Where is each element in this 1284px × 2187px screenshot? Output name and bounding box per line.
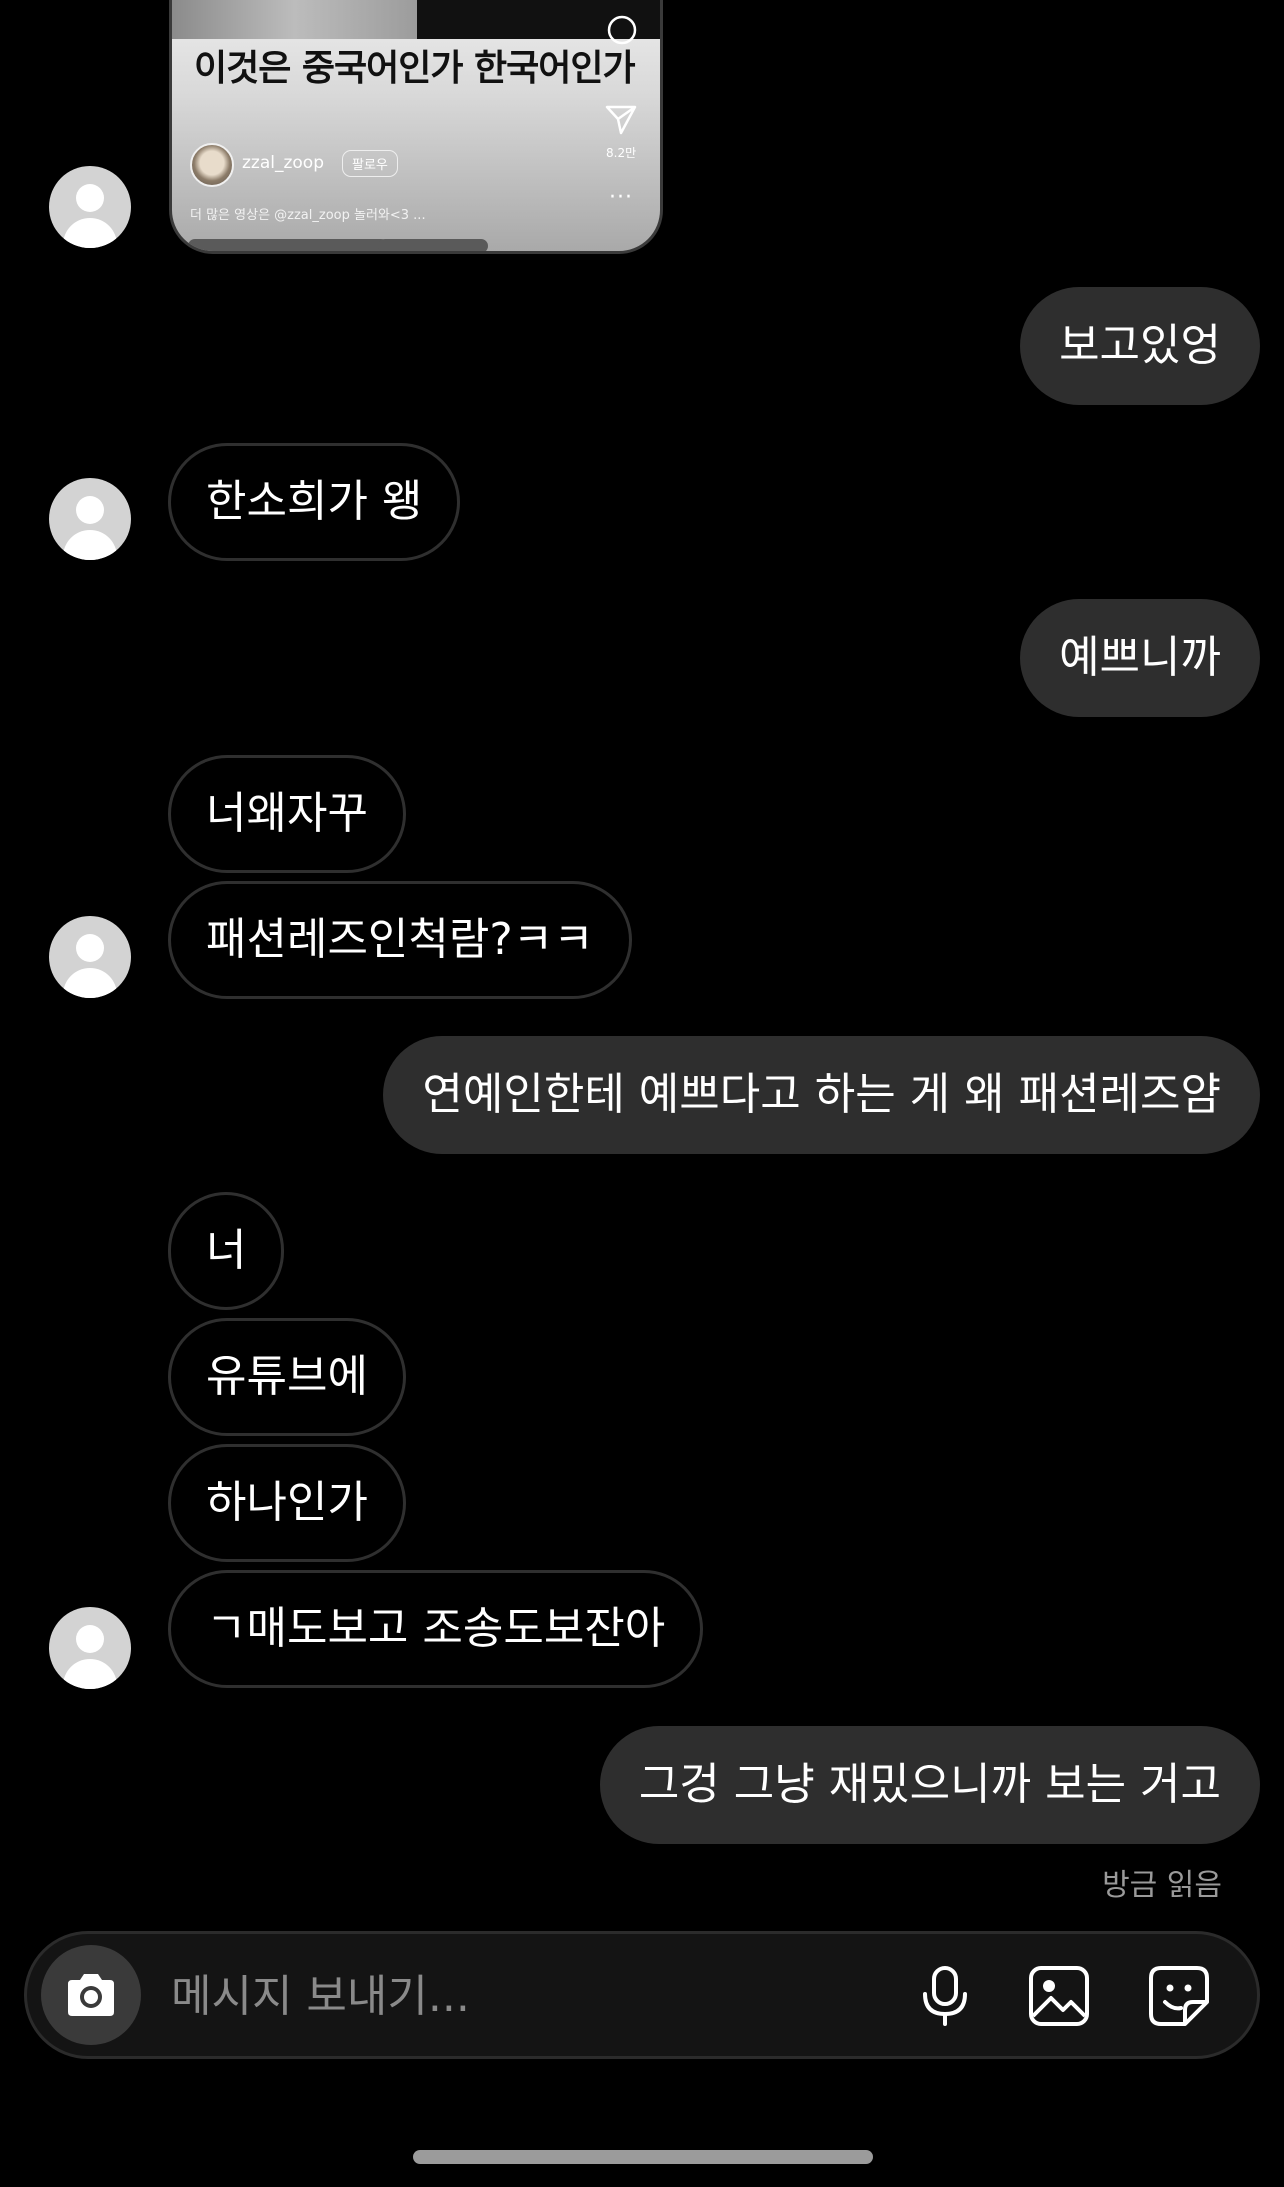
more-icon: ··· <box>609 185 633 210</box>
avatar-placeholder-icon <box>76 184 104 212</box>
post-bottom-bar <box>378 239 488 251</box>
avatar-placeholder-icon <box>76 496 104 524</box>
message-bubble-outgoing[interactable]: 보고있엉 <box>1020 287 1260 405</box>
follow-button: 팔로우 <box>342 150 398 177</box>
post-thumbnail-image <box>172 0 417 39</box>
post-author-avatar <box>190 143 234 187</box>
message-bubble-incoming[interactable]: 너 <box>168 1192 285 1310</box>
message-bubble-outgoing[interactable]: 예쁘니까 <box>1020 599 1260 717</box>
avatar-placeholder-icon <box>76 1625 104 1653</box>
message-bubble-incoming[interactable]: 유튜브에 <box>168 1318 406 1436</box>
camera-button[interactable] <box>41 1945 141 2045</box>
avatar[interactable] <box>49 1607 131 1689</box>
message-input[interactable] <box>169 1962 653 2030</box>
share-count: 8.2만 <box>606 146 637 160</box>
image-gallery-icon[interactable] <box>1027 1964 1091 2028</box>
sticker-icon[interactable] <box>1147 1964 1211 2028</box>
message-bubble-outgoing[interactable]: 연예인한테 예쁘다고 하는 게 왜 패션레즈얌 <box>383 1036 1260 1154</box>
post-bottom-bar <box>188 239 388 251</box>
microphone-icon[interactable] <box>913 1964 977 2028</box>
post-caption: 더 많은 영상은 @zzal_zoop 놀러와<3 ... <box>190 208 426 223</box>
message-bubble-incoming[interactable]: 하나인가 <box>168 1444 406 1562</box>
send-icon <box>605 105 637 135</box>
post-thumbnail <box>172 0 660 39</box>
avatar[interactable] <box>49 478 131 560</box>
avatar-placeholder-icon <box>76 934 104 962</box>
message-bubble-incoming[interactable]: 한소희가 왱 <box>168 443 461 561</box>
message-composer <box>24 1931 1260 2059</box>
message-bubble-incoming[interactable]: 패션레즈인척람?ㅋㅋ <box>168 881 632 999</box>
post-username: zzal_zoop <box>242 153 325 173</box>
message-bubble-incoming[interactable]: 너왜자꾸 <box>168 755 406 873</box>
camera-icon <box>68 1974 114 2016</box>
read-receipt: 방금 읽음 <box>1102 1868 1222 1903</box>
shared-post-card[interactable]: 이것은 중국어인가 한국어인가 8.2만 zzal_zoop 팔로우 ··· 더… <box>169 0 663 254</box>
post-title: 이것은 중국어인가 한국어인가 <box>194 48 636 89</box>
avatar[interactable] <box>49 916 131 998</box>
message-bubble-incoming[interactable]: ㄱ매도보고 조송도보잔아 <box>168 1570 704 1688</box>
message-bubble-outgoing[interactable]: 그겅 그냥 재밌으니까 보는 거고 <box>599 1726 1260 1844</box>
avatar[interactable] <box>49 166 131 248</box>
home-indicator[interactable] <box>413 2150 873 2164</box>
